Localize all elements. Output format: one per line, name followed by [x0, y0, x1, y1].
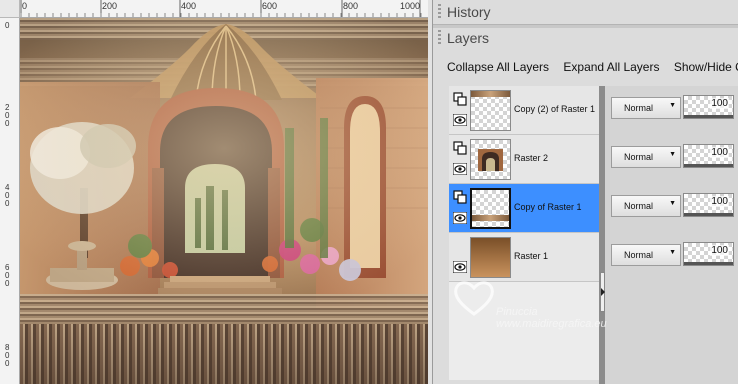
- ruler-v-label: 0: [5, 21, 10, 30]
- eye-icon[interactable]: [453, 163, 467, 175]
- opacity-value: 100: [710, 196, 729, 207]
- ruler-v-label: 200: [5, 103, 10, 128]
- ruler-v-label: 800: [5, 343, 10, 368]
- opacity-value: 100: [710, 98, 729, 109]
- eye-icon[interactable]: [453, 114, 467, 126]
- blend-mode-label: Normal: [624, 201, 654, 211]
- opacity-value: 100: [710, 245, 729, 256]
- opacity-value: 100: [710, 147, 729, 158]
- horizontal-ruler: 0 200 400 600 800 1000: [20, 0, 428, 18]
- layer-properties-row: Normal ▼ 100: [605, 233, 738, 282]
- layers-toolbar: Collapse All Layers Expand All Layers Sh…: [447, 60, 738, 74]
- ruler-v-label: 600: [5, 263, 10, 288]
- blend-mode-select[interactable]: Normal ▼: [611, 97, 681, 119]
- layer-list: Copy (2) of Raster 1 Raster 2 Copy of Ra…: [449, 86, 599, 380]
- panel-divider: [433, 24, 738, 28]
- layers-grip[interactable]: [437, 30, 443, 46]
- opacity-field[interactable]: 100: [683, 95, 734, 119]
- layer-thumbnail: [470, 188, 511, 229]
- layer-thumbnail: [470, 237, 511, 278]
- layer-name: Copy of Raster 1: [514, 202, 582, 212]
- ruler-corner: [0, 0, 20, 18]
- watermark-url: www.maidiregrafica.eu: [496, 318, 607, 330]
- opacity-field[interactable]: 100: [683, 242, 734, 266]
- vertical-ruler: 0 200 400 600 800: [0, 18, 20, 384]
- blend-mode-label: Normal: [624, 250, 654, 260]
- canvas-area: 0 200 400 600 800 1000 0 200 400 600 800: [0, 0, 432, 384]
- blend-mode-label: Normal: [624, 152, 654, 162]
- layer-thumbnail: [470, 90, 511, 131]
- eye-icon[interactable]: [453, 261, 467, 273]
- layer-properties-row: Normal ▼ 100: [605, 86, 738, 135]
- layer-name: Raster 1: [514, 251, 549, 261]
- opacity-field[interactable]: 100: [683, 144, 734, 168]
- app-window: 0 200 400 600 800 1000 0 200 400 600 800: [0, 0, 738, 384]
- layer-row[interactable]: Copy (2) of Raster 1: [449, 86, 599, 135]
- collapse-all-layers-button[interactable]: Collapse All Layers: [447, 60, 549, 74]
- layer-row[interactable]: Raster 2: [449, 135, 599, 184]
- ruler-v-label: 400: [5, 183, 10, 208]
- opacity-slider[interactable]: [684, 115, 733, 118]
- link-icon[interactable]: [453, 92, 467, 106]
- layer-properties-row: Normal ▼ 100: [605, 135, 738, 184]
- blend-mode-select[interactable]: Normal ▼: [611, 244, 681, 266]
- blend-mode-select[interactable]: Normal ▼: [611, 195, 681, 217]
- opacity-slider[interactable]: [684, 164, 733, 167]
- watermark-name: Pinuccia: [496, 306, 538, 318]
- blend-mode-select[interactable]: Normal ▼: [611, 146, 681, 168]
- layer-name: Raster 2: [514, 153, 549, 163]
- layer-properties: Normal ▼ 100 Normal ▼ 100 Normal ▼ 100 N…: [605, 86, 738, 384]
- link-icon[interactable]: [453, 141, 467, 155]
- opacity-field[interactable]: 100: [683, 193, 734, 217]
- chevron-down-icon: ▼: [669, 249, 676, 256]
- chevron-down-icon: ▼: [669, 102, 676, 109]
- blend-mode-label: Normal: [624, 103, 654, 113]
- layer-row[interactable]: Raster 1: [449, 233, 599, 282]
- layer-row-selected[interactable]: Copy of Raster 1: [449, 184, 599, 233]
- link-icon[interactable]: [453, 190, 467, 204]
- chevron-down-icon: ▼: [669, 200, 676, 207]
- history-grip[interactable]: [437, 4, 443, 20]
- canvas-image[interactable]: [20, 18, 428, 384]
- layers-panel-title[interactable]: Layers: [447, 30, 489, 46]
- layer-name: Copy (2) of Raster 1: [514, 104, 596, 114]
- layer-thumbnail: [470, 139, 511, 180]
- opacity-slider[interactable]: [684, 213, 733, 216]
- show-hide-quick-button[interactable]: Show/Hide Quick: [674, 60, 738, 74]
- opacity-slider[interactable]: [684, 262, 733, 265]
- layer-list-empty: [449, 282, 599, 380]
- layer-properties-row: Normal ▼ 100: [605, 184, 738, 233]
- chevron-down-icon: ▼: [669, 151, 676, 158]
- expand-all-layers-button[interactable]: Expand All Layers: [563, 60, 659, 74]
- eye-icon[interactable]: [453, 212, 467, 224]
- history-panel-title[interactable]: History: [447, 4, 491, 20]
